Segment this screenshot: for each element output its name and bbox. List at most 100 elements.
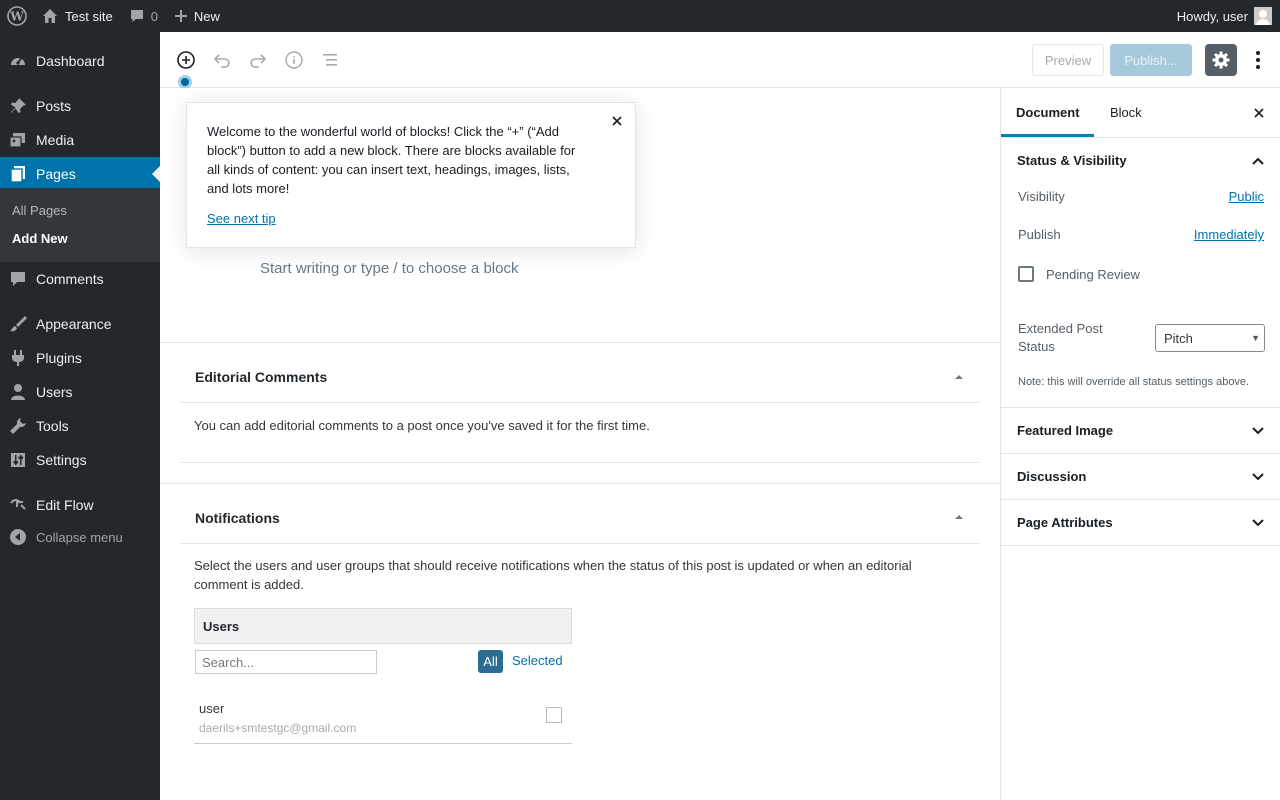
submenu-all-pages[interactable]: All Pages — [12, 203, 67, 218]
discussion-title[interactable]: Discussion — [1017, 469, 1086, 484]
svg-text:W: W — [9, 10, 24, 24]
editor-header: Preview Publish... — [160, 32, 1280, 89]
pages-submenu: All Pages Add New — [0, 188, 160, 262]
editorial-comments-title[interactable]: Editorial Comments — [195, 369, 327, 385]
triangle-up-icon[interactable] — [954, 512, 964, 522]
see-next-tip-link[interactable]: See next tip — [207, 211, 276, 226]
edit-flow-icon — [0, 495, 36, 515]
plus-icon — [174, 9, 188, 23]
my-account-link[interactable]: Howdy, user — [1169, 0, 1276, 32]
collapse-menu-button[interactable]: Collapse menu — [0, 520, 160, 554]
pending-review-checkbox[interactable] — [1018, 266, 1034, 282]
publish-label: Publish — [1018, 227, 1061, 242]
menu-item-pages[interactable]: Pages — [0, 157, 160, 191]
settings-sidebar: Document Block Status & Visibility Visib… — [1000, 88, 1280, 800]
publish-date-toggle[interactable]: Immediately — [1194, 227, 1264, 242]
block-placeholder[interactable]: Start writing or type / to choose a bloc… — [260, 260, 518, 277]
featured-image-title[interactable]: Featured Image — [1017, 423, 1113, 438]
menu-label-media: Media — [36, 132, 75, 148]
site-name: Test site — [65, 8, 113, 24]
page-attributes-title[interactable]: Page Attributes — [1017, 515, 1113, 530]
site-name-link[interactable]: Test site — [34, 0, 121, 32]
menu-item-edit-flow[interactable]: Edit Flow — [0, 488, 160, 522]
content-info-button[interactable] — [282, 48, 306, 72]
divider — [1001, 453, 1280, 454]
undo-icon — [213, 54, 230, 68]
gear-icon — [1212, 51, 1230, 69]
new-label: New — [193, 8, 220, 24]
notifications-text: Select the users and user groups that sh… — [194, 558, 912, 592]
chevron-down-icon[interactable] — [1251, 424, 1265, 438]
add-block-button[interactable] — [174, 48, 198, 72]
extended-status-select[interactable]: Pitch ▼ — [1155, 324, 1265, 352]
menu-item-tools[interactable]: Tools — [0, 409, 160, 443]
menu-label-posts: Posts — [36, 98, 72, 114]
redo-button[interactable] — [246, 48, 270, 72]
chevron-up-icon[interactable] — [1251, 154, 1265, 168]
block-navigation-button[interactable] — [318, 48, 342, 72]
menu-label-dashboard: Dashboard — [36, 53, 105, 69]
plug-icon — [0, 348, 36, 368]
close-icon — [1254, 108, 1264, 118]
welcome-tip: Welcome to the wonderful world of blocks… — [186, 102, 636, 248]
menu-label-comments: Comments — [36, 271, 104, 287]
new-content-link[interactable]: New — [166, 0, 228, 32]
chevron-down-icon[interactable] — [1251, 516, 1265, 530]
dashboard-icon — [0, 51, 36, 71]
status-visibility-title[interactable]: Status & Visibility — [1017, 153, 1127, 168]
tab-document[interactable]: Document — [1016, 105, 1080, 120]
menu-label-appearance: Appearance — [36, 316, 112, 332]
pushpin-icon — [0, 96, 36, 116]
divider — [1001, 407, 1280, 408]
paintbrush-icon — [0, 314, 36, 334]
close-tip-button[interactable] — [609, 113, 625, 129]
menu-item-comments[interactable]: Comments — [0, 262, 160, 296]
divider — [180, 402, 980, 403]
editor-canvas: Start writing or type / to choose a bloc… — [160, 88, 1000, 800]
list-icon — [323, 54, 337, 66]
media-icon — [0, 130, 36, 150]
collapse-label: Collapse menu — [36, 529, 123, 545]
admin-menu: Dashboard Posts Media Pages All Pages Ad… — [0, 32, 160, 800]
extended-status-value: Pitch — [1164, 331, 1193, 346]
redo-icon — [250, 54, 267, 68]
user-checkbox[interactable] — [546, 707, 562, 723]
submenu-add-new[interactable]: Add New — [12, 231, 68, 246]
settings-button[interactable] — [1205, 44, 1237, 76]
filter-selected-button[interactable]: Selected — [512, 653, 563, 668]
chevron-down-icon[interactable] — [1251, 470, 1265, 484]
menu-item-settings[interactable]: Settings — [0, 443, 160, 477]
extended-status-label: Extended Post Status — [1018, 321, 1103, 354]
tab-block[interactable]: Block — [1110, 105, 1142, 120]
users-search-input[interactable] — [195, 650, 377, 674]
comment-bubble-icon — [0, 269, 36, 289]
menu-item-plugins[interactable]: Plugins — [0, 341, 160, 375]
more-options-button[interactable] — [1248, 46, 1268, 74]
user-email: daerils+smtestgc@gmail.com — [199, 721, 357, 735]
visibility-toggle[interactable]: Public — [1229, 189, 1264, 204]
pending-review-label[interactable]: Pending Review — [1046, 267, 1140, 282]
menu-item-dashboard[interactable]: Dashboard — [0, 44, 160, 78]
menu-item-posts[interactable]: Posts — [0, 89, 160, 123]
comments-count: 0 — [150, 8, 158, 24]
notifications-title[interactable]: Notifications — [195, 510, 280, 526]
comments-link[interactable]: 0 — [121, 0, 166, 32]
menu-item-appearance[interactable]: Appearance — [0, 307, 160, 341]
wordpress-logo-icon[interactable]: W — [0, 0, 34, 32]
menu-item-users[interactable]: Users — [0, 375, 160, 409]
tip-text: Welcome to the wonderful world of blocks… — [207, 124, 576, 196]
filter-all-button[interactable]: All — [478, 650, 503, 673]
pages-icon — [0, 164, 36, 184]
wrench-icon — [0, 416, 36, 436]
admin-bar: W Test site 0 New Howdy, user — [0, 0, 1280, 32]
plus-circle-icon — [177, 51, 195, 69]
menu-label-tools: Tools — [36, 418, 69, 434]
preview-button[interactable]: Preview — [1032, 44, 1104, 76]
close-sidebar-button[interactable] — [1251, 105, 1267, 121]
triangle-up-icon[interactable] — [954, 372, 964, 382]
info-icon — [285, 51, 303, 69]
editorial-comments-text: You can add editorial comments to a post… — [194, 418, 650, 433]
publish-button[interactable]: Publish... — [1110, 44, 1192, 76]
menu-item-media[interactable]: Media — [0, 123, 160, 157]
undo-button[interactable] — [210, 48, 234, 72]
